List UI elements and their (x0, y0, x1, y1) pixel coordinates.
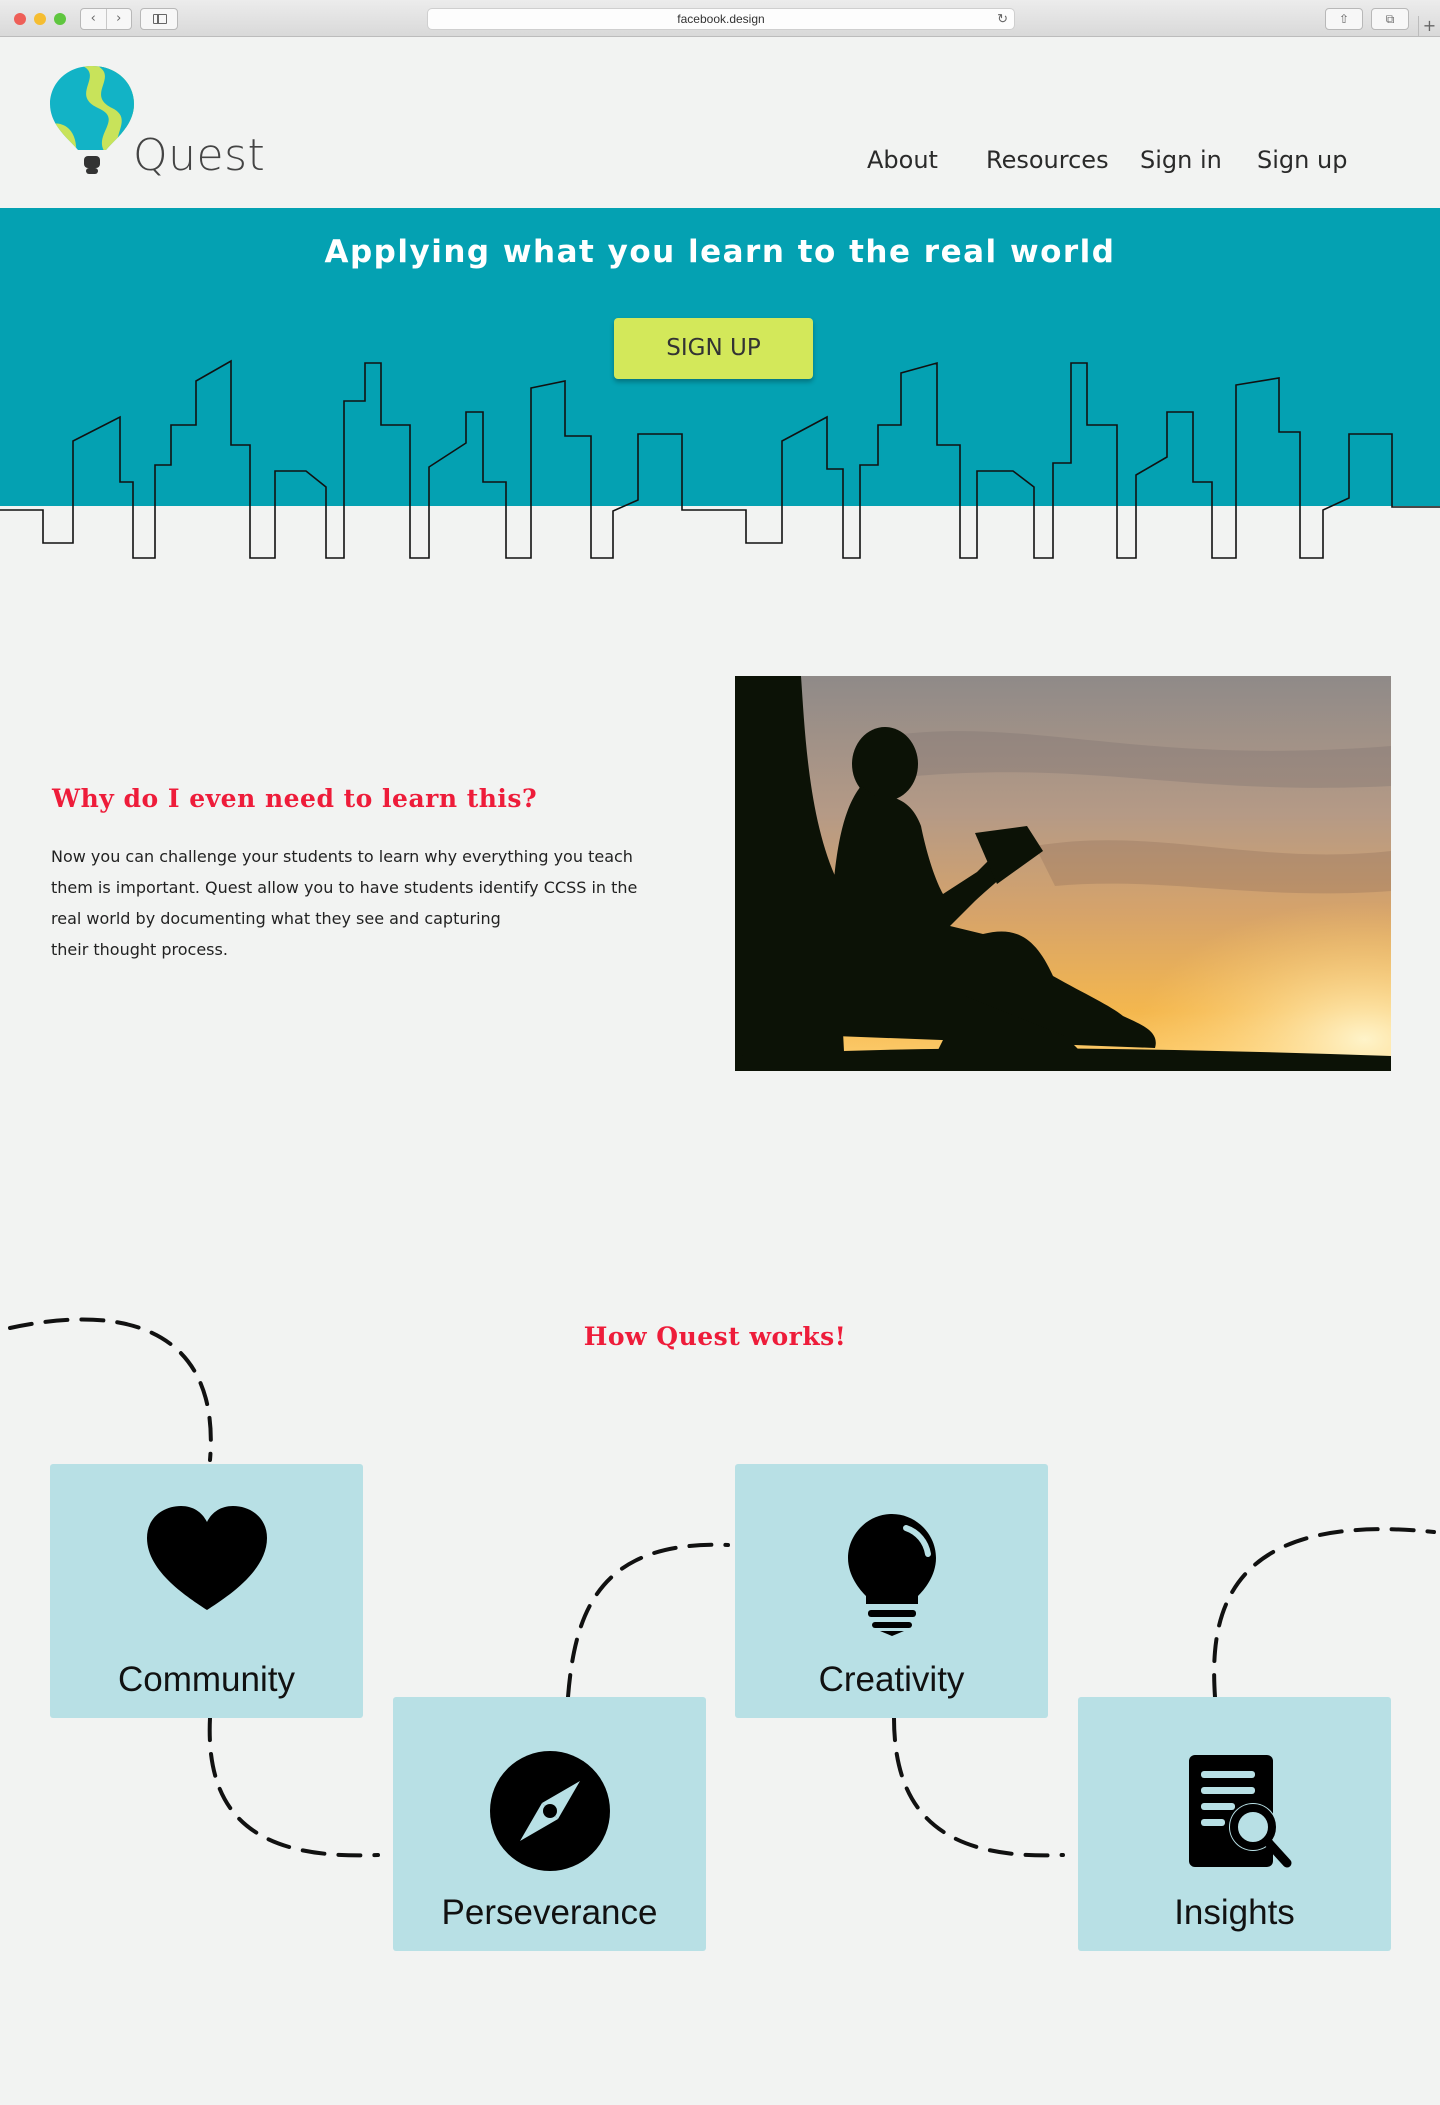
forward-icon[interactable]: › (107, 9, 132, 29)
history-buttons: ‹ › (80, 8, 132, 30)
body-line: them is important. Quest allow you to ha… (51, 878, 638, 897)
zoom-window-button[interactable] (54, 13, 66, 25)
nav-sign-up[interactable]: Sign up (1257, 146, 1347, 174)
tabs-icon[interactable]: ⧉ (1371, 8, 1409, 30)
back-icon[interactable]: ‹ (81, 9, 107, 29)
city-skyline-illustration (0, 359, 1440, 559)
body-line: Now you can challenge your students to l… (51, 847, 633, 866)
minimize-window-button[interactable] (34, 13, 46, 25)
child-reading-photo (735, 676, 1391, 1071)
nav-sign-in[interactable]: Sign in (1140, 146, 1222, 174)
card-label: Perseverance (441, 1893, 658, 1932)
card-creativity[interactable]: Creativity (735, 1464, 1048, 1718)
reload-icon[interactable]: ↻ (997, 9, 1008, 29)
nav-about[interactable]: About (867, 146, 938, 174)
why-section-title: Why do I even need to learn this? (52, 784, 538, 813)
body-line: their thought process. (51, 940, 228, 959)
url-text: facebook.design (677, 12, 765, 26)
share-icon[interactable]: ⇧ (1325, 8, 1363, 30)
card-label: Community (118, 1660, 295, 1699)
brand-name[interactable]: Quest (133, 130, 265, 181)
lightbulb-icon (847, 1514, 936, 1636)
card-label: Insights (1174, 1893, 1295, 1932)
document-search-icon (1188, 1755, 1291, 1868)
nav-resources[interactable]: Resources (986, 146, 1109, 174)
address-bar[interactable]: facebook.design ↻ (427, 8, 1015, 30)
card-insights[interactable]: Insights (1078, 1697, 1391, 1951)
hero-sign-up-button[interactable]: SIGN UP (614, 318, 813, 379)
how-section-title: How Quest works! (583, 1322, 847, 1351)
card-perseverance[interactable]: Perseverance (393, 1697, 706, 1951)
why-section-body: Now you can challenge your students to l… (51, 841, 638, 965)
close-window-button[interactable] (14, 13, 26, 25)
browser-toolbar: ‹ › facebook.design ↻ ⇧ ⧉ + (0, 0, 1440, 37)
sidebar-icon[interactable] (140, 8, 178, 30)
new-tab-icon[interactable]: + (1418, 16, 1440, 37)
card-label: Creativity (818, 1660, 965, 1699)
heart-icon (146, 1506, 267, 1610)
compass-icon (489, 1751, 610, 1871)
card-community[interactable]: Community (50, 1464, 363, 1718)
body-line: real world by documenting what they see … (51, 909, 501, 928)
hero-title: Applying what you learn to the real worl… (324, 234, 1116, 270)
quest-balloon-logo-icon[interactable] (48, 64, 136, 176)
